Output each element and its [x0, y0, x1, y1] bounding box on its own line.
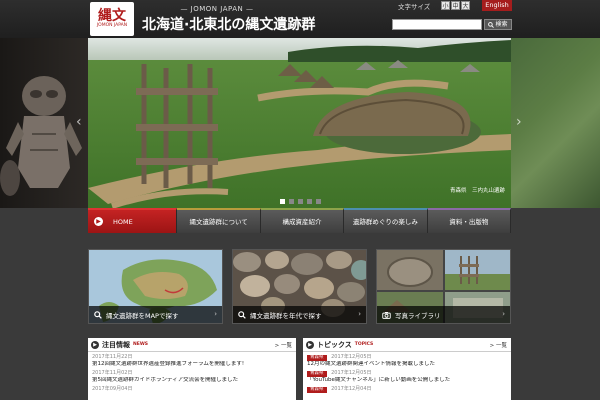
topic-text: 12月の縄文遺跡群関連イベント情報を掲載しました — [307, 361, 436, 367]
topic-date: 2017年12月05日 — [331, 370, 372, 376]
nav-publications-label: 資料・出版物 — [449, 217, 489, 226]
main-nav: ▶ HOME 縄文遺跡群について 構成資産紹介 遺跡群めぐりの楽しみ 資料・出版… — [88, 208, 512, 233]
font-size-medium-button[interactable]: 中 — [451, 1, 460, 10]
magnifier-icon — [238, 310, 246, 319]
magnifier-icon — [94, 310, 102, 319]
news-date: 2017年09月04日 — [92, 386, 133, 392]
era-search-bar: 縄文遺跡群を年代で探す › — [233, 306, 366, 323]
list-item[interactable]: 青森県 2017年12月05日 「YouTube縄文チャンネル」に新しい動画を公… — [303, 368, 511, 384]
topics-title-en: TOPICS — [354, 342, 374, 347]
nav-site-tours-label: 遺跡群めぐりの楽しみ — [352, 217, 418, 226]
topic-date: 2017年12月05日 — [331, 354, 372, 360]
carousel-dot[interactable] — [280, 199, 285, 204]
list-item[interactable]: 2017年09月04日 — [88, 384, 296, 393]
topics-panel-header: ▶ トピックス TOPICS > 一覧 — [303, 338, 511, 352]
chevron-right-icon: › — [502, 310, 505, 318]
map-search-tile[interactable]: 縄文遺跡群をMAPで探す › — [88, 249, 223, 324]
map-search-bar: 縄文遺跡群をMAPで探す › — [89, 306, 222, 323]
search-button[interactable]: 検索 — [484, 19, 512, 30]
news-title-en: NEWS — [133, 342, 149, 347]
site-logo[interactable]: 縄文 JOMON JAPAN — [90, 2, 134, 36]
nav-about-sites-label: 縄文遺跡群について — [189, 217, 248, 226]
nav-publications[interactable]: 資料・出版物 — [427, 208, 512, 233]
topic-date: 2017年12月04日 — [331, 386, 372, 392]
list-item[interactable]: 2017年11月22日 第12回縄文遺跡群世界遺産登録推進フォーラムを開催します… — [88, 352, 296, 368]
topic-meta: 青森県 2017年12月04日 — [307, 386, 507, 393]
chevron-right-icon: › — [214, 310, 217, 318]
carousel-next-arrow-icon[interactable]: › — [516, 114, 522, 130]
topic-meta: 青森県 2017年12月05日 — [307, 370, 507, 377]
list-item[interactable]: 青森県 2017年12月05日 12月の縄文遺跡群関連イベント情報を掲載しました — [303, 352, 511, 368]
nav-home[interactable]: ▶ HOME — [88, 208, 178, 233]
carousel-dot[interactable] — [307, 199, 312, 204]
era-search-tile[interactable]: 縄文遺跡群を年代で探す › — [232, 249, 367, 324]
feature-tiles: 縄文遺跡群をMAPで探す › 縄文遺跡群を年代で探す › 写真ライブラリ › — [88, 249, 511, 324]
news-panel: ▶ 注目情報 NEWS > 一覧 2017年11月22日 第12回縄文遺跡群世界… — [88, 338, 296, 400]
topics-panel: ▶ トピックス TOPICS > 一覧 青森県 2017年12月05日 12月の… — [303, 338, 511, 400]
map-search-label: 縄文遺跡群をMAPで探す — [106, 311, 179, 320]
list-item[interactable]: 2017年11月02日 第5回縄文遺跡群ガイドボランティア交流会を開催しました — [88, 368, 296, 384]
font-size-small-button[interactable]: 小 — [441, 1, 450, 10]
news-text: 第12回縄文遺跡群世界遺産登録推進フォーラムを開催します! — [92, 361, 245, 367]
font-size-controls: 小 中 大 — [441, 1, 470, 10]
font-size-label: 文字サイズ — [398, 3, 431, 11]
dogu-figurine-image — [0, 76, 82, 196]
hero-caption: 青森県 三内丸山遺跡 — [450, 188, 506, 194]
arrow-right-icon: ▶ — [94, 217, 103, 226]
topic-meta: 青森県 2017年12月05日 — [307, 354, 507, 361]
search-input[interactable] — [392, 19, 482, 30]
news-panel-header: ▶ 注目情報 NEWS > 一覧 — [88, 338, 296, 352]
nav-component-parts[interactable]: 構成資産紹介 — [260, 208, 345, 233]
hero-next-slide-preview[interactable] — [511, 38, 600, 208]
nav-site-tours[interactable]: 遺跡群めぐりの楽しみ — [344, 208, 428, 233]
carousel-dot[interactable] — [316, 199, 321, 204]
carousel-prev-arrow-icon[interactable]: ‹ — [76, 114, 82, 130]
topics-list-link[interactable]: > 一覧 — [490, 341, 507, 349]
photo-library-bar: 写真ライブラリ › — [377, 306, 510, 323]
prefecture-badge: 青森県 — [307, 387, 327, 393]
chevron-right-icon: › — [358, 310, 361, 318]
carousel-dot[interactable] — [298, 199, 303, 204]
news-title: 注目情報 — [102, 340, 130, 349]
topics-title: トピックス — [317, 340, 352, 349]
site-title[interactable]: 北海道·北東北の縄文遺跡群 — [142, 14, 315, 34]
photo-library-tile[interactable]: 写真ライブラリ › — [376, 249, 511, 324]
nav-home-label: HOME — [113, 217, 133, 226]
hero-slide-main[interactable] — [88, 38, 511, 208]
search-button-label: 検索 — [495, 21, 508, 28]
news-text: 第5回縄文遺跡群ガイドボランティア交流会を開催しました — [92, 377, 239, 383]
carousel-indicators — [280, 199, 321, 204]
nav-component-parts-label: 構成資産紹介 — [282, 217, 322, 226]
camera-icon — [382, 311, 391, 319]
font-size-large-button[interactable]: 大 — [461, 1, 470, 10]
sannai-maruyama-site-photo — [88, 38, 511, 208]
logo-mark: 縄文 — [98, 8, 126, 24]
era-search-label: 縄文遺跡群を年代で探す — [250, 311, 322, 320]
site-subtitle: — JOMON JAPAN — — [180, 5, 254, 13]
list-item[interactable]: 青森県 2017年12月04日 — [303, 384, 511, 393]
photo-library-label: 写真ライブラリ — [395, 311, 441, 320]
topic-text: 「YouTube縄文チャンネル」に新しい動画を公開しました — [307, 377, 451, 383]
nav-about-sites[interactable]: 縄文遺跡群について — [177, 208, 261, 233]
hero-prev-slide-preview[interactable] — [0, 38, 88, 208]
news-date: 2017年11月22日 — [92, 354, 133, 360]
news-date: 2017年11月02日 — [92, 370, 133, 376]
news-list-link[interactable]: > 一覧 — [275, 341, 292, 349]
logo-subtext: JOMON JAPAN — [96, 23, 128, 28]
hero-carousel: ‹ › 青森県 三内丸山遺跡 — [0, 38, 600, 208]
english-language-button[interactable]: English — [482, 0, 512, 11]
search-icon — [488, 21, 495, 28]
arrow-right-icon: ▶ — [306, 340, 314, 349]
arrow-right-icon: ▶ — [91, 340, 99, 349]
site-header: 縄文 JOMON JAPAN — JOMON JAPAN — 北海道·北東北の縄… — [0, 0, 600, 38]
carousel-dot[interactable] — [289, 199, 294, 204]
